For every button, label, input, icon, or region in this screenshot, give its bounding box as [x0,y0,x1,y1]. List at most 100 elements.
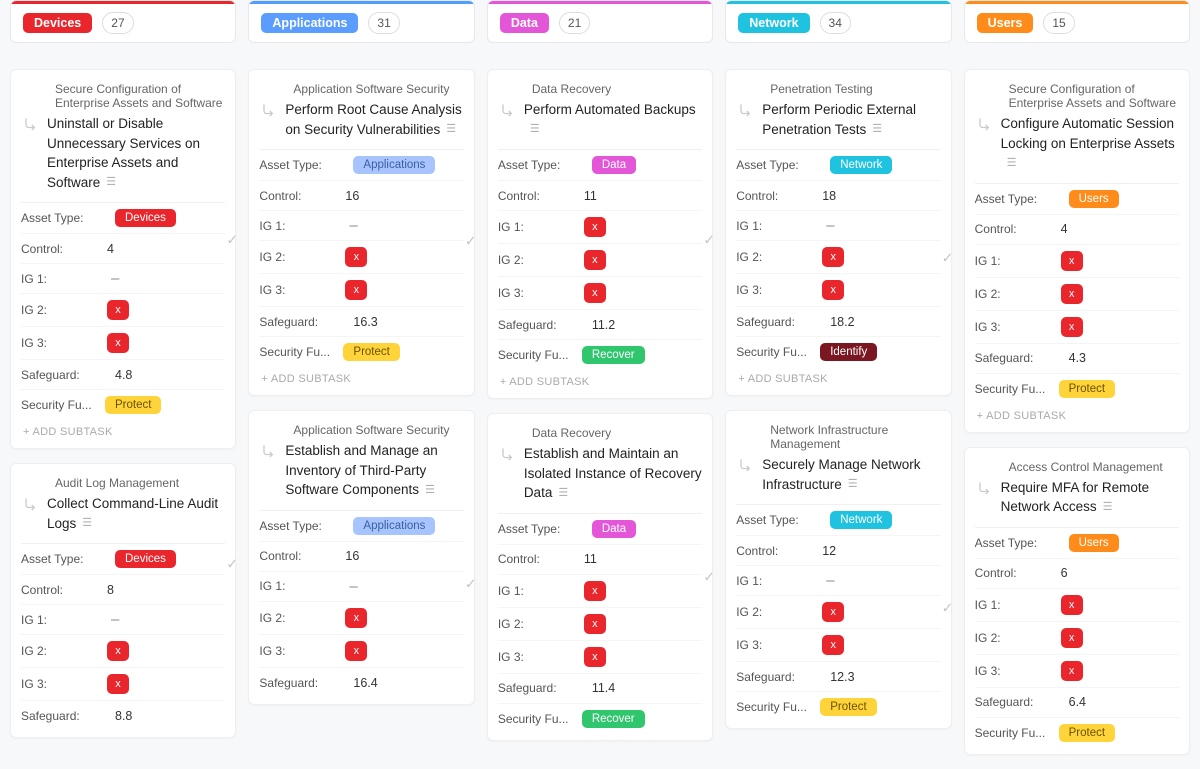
card-title[interactable]: Perform Periodic External Penetration Te… [762,100,940,139]
asset-type-tag: Applications [353,517,435,535]
check-icon[interactable]: ✓ [942,249,954,266]
field-val-security-function: Identify [812,343,940,361]
card-category: Secure Configuration of Enterprise Asset… [55,82,225,110]
card-fields: Asset Type:ApplicationsControl:16IG 1:–I… [259,149,463,367]
field-label-ig3: IG 3: [21,336,89,350]
field-label-control: Control: [259,549,327,563]
subtask-icon [975,115,995,135]
add-subtask-button[interactable]: + ADD SUBTASK [975,404,1179,426]
check-icon[interactable]: ✓ [226,556,238,573]
field-val-ig2: x [1043,284,1179,304]
task-card[interactable]: Application Software SecurityEstablish a… [248,410,474,705]
field-val-safeguard: 12.3 [812,670,940,684]
field-label-ig3: IG 3: [259,283,327,297]
ig-x-badge: x [584,647,606,667]
column-header[interactable]: Data21 [487,0,713,43]
field-label-ig2: IG 2: [736,605,804,619]
column-header[interactable]: Network34 [725,0,951,43]
card-category: Audit Log Management [55,476,225,490]
ig-x-badge: x [1061,284,1083,304]
card-title[interactable]: Perform Automated Backups☰ [524,100,702,139]
check-icon[interactable]: ✓ [226,231,238,248]
task-card[interactable]: Penetration Testing Perform Periodic Exte… [725,69,951,396]
field-label-safeguard: Safeguard: [498,318,574,332]
task-card[interactable]: Secure Configuration of Enterprise Asset… [10,69,236,449]
field-val-control: 6 [1043,566,1179,580]
add-subtask-button[interactable]: + ADD SUBTASK [259,367,463,389]
check-icon[interactable]: ✓ [465,233,477,250]
field-label-control: Control: [975,566,1043,580]
subtask-icon [259,101,279,121]
card-title[interactable]: Uninstall or Disable Unnecessary Service… [47,114,225,192]
add-subtask-button[interactable]: + ADD SUBTASK [498,370,702,392]
field-label-ig1: IG 1: [498,220,566,234]
asset-type-tag: Data [592,156,636,174]
task-card[interactable]: Data Recovery Establish and Maintain an I… [487,413,713,741]
field-label-ig3: IG 3: [975,320,1043,334]
subtask-icon [21,495,41,515]
field-val-security-function: Protect [812,698,940,716]
field-label-control: Control: [975,222,1043,236]
ig-x-badge: x [107,641,129,661]
field-label-security-function: Security Fu... [975,382,1051,396]
field-val-ig2: x [89,300,225,320]
field-label-control: Control: [21,583,89,597]
asset-type-tag: Users [1069,190,1119,208]
field-val-ig3: x [327,280,463,300]
card-category: Penetration Testing [770,82,940,96]
task-card[interactable]: Access Control ManagementRequire MFA for… [964,447,1190,755]
description-icon: ☰ [848,477,862,493]
card-category: Data Recovery [532,426,702,440]
field-val-ig2: x [327,247,463,267]
column-devices: Devices27 ✓ Secure Configuration of Enterp… [10,0,236,752]
task-card[interactable]: Network Infrastructure ManagementSecurel… [725,410,951,729]
field-val-ig3: x [804,280,940,300]
description-icon: ☰ [82,516,96,532]
asset-type-tag: Network [830,511,892,529]
ig-x-badge: x [107,333,129,353]
column-title-pill: Data [500,13,549,33]
field-val-safeguard: 8.8 [97,709,225,723]
field-label-ig3: IG 3: [21,677,89,691]
task-card[interactable]: Application Software SecurityPerform Roo… [248,69,474,396]
field-val-security-function: Protect [97,396,225,414]
card-title[interactable]: Establish and Maintain an Isolated Insta… [524,444,702,503]
column-header[interactable]: Users15 [964,0,1190,43]
check-icon[interactable]: ✓ [703,568,715,585]
card-title[interactable]: Require MFA for Remote Network Access☰ [1001,478,1179,517]
field-label-ig1: IG 1: [736,219,804,233]
check-icon[interactable]: ✓ [465,575,477,592]
check-icon[interactable]: ✓ [942,599,954,616]
card-title[interactable]: Perform Root Cause Analysis on Security … [285,100,463,139]
field-label-safeguard: Safeguard: [21,368,97,382]
ig-x-badge: x [107,300,129,320]
column-data: Data21✓Data RecoveryPerform Automated Ba… [487,0,713,755]
field-label-safeguard: Safeguard: [21,709,97,723]
card-fields: Asset Type:DataControl:11IG 1:xIG 2:xIG … [498,149,702,370]
task-card[interactable]: Audit Log Management Collect Command-Line… [10,463,236,738]
column-header[interactable]: Applications31 [248,0,474,43]
field-val-ig1: x [1043,595,1179,615]
add-subtask-button[interactable]: + ADD SUBTASK [21,420,225,442]
column-title-pill: Users [977,13,1034,33]
field-label-ig1: IG 1: [975,254,1043,268]
field-label-security-function: Security Fu... [736,345,812,359]
check-icon[interactable]: ✓ [703,231,715,248]
field-val-asset: Devices [97,550,225,568]
task-card[interactable]: Secure Configuration of Enterprise Asset… [964,69,1190,433]
field-val-ig3: x [1043,661,1179,681]
card-title[interactable]: Collect Command-Line Audit Logs☰ [47,494,225,533]
security-function-tag: Protect [105,396,161,414]
card-title[interactable]: Establish and Manage an Inventory of Thi… [285,441,463,500]
field-label-ig1: IG 1: [736,574,804,588]
card-title[interactable]: Securely Manage Network Infrastructure☰ [762,455,940,494]
ig-x-badge: x [107,674,129,694]
description-icon: ☰ [106,175,120,191]
column-header[interactable]: Devices27 [10,0,236,43]
add-subtask-button[interactable]: + ADD SUBTASK [736,367,940,389]
ig-x-badge: x [1061,595,1083,615]
card-wrap: ✓ Data Recovery Establish and Maintain an … [487,413,713,755]
field-val-ig3: x [566,647,702,667]
card-title[interactable]: Configure Automatic Session Locking on E… [1001,114,1179,173]
task-card[interactable]: Data RecoveryPerform Automated Backups☰A… [487,69,713,399]
